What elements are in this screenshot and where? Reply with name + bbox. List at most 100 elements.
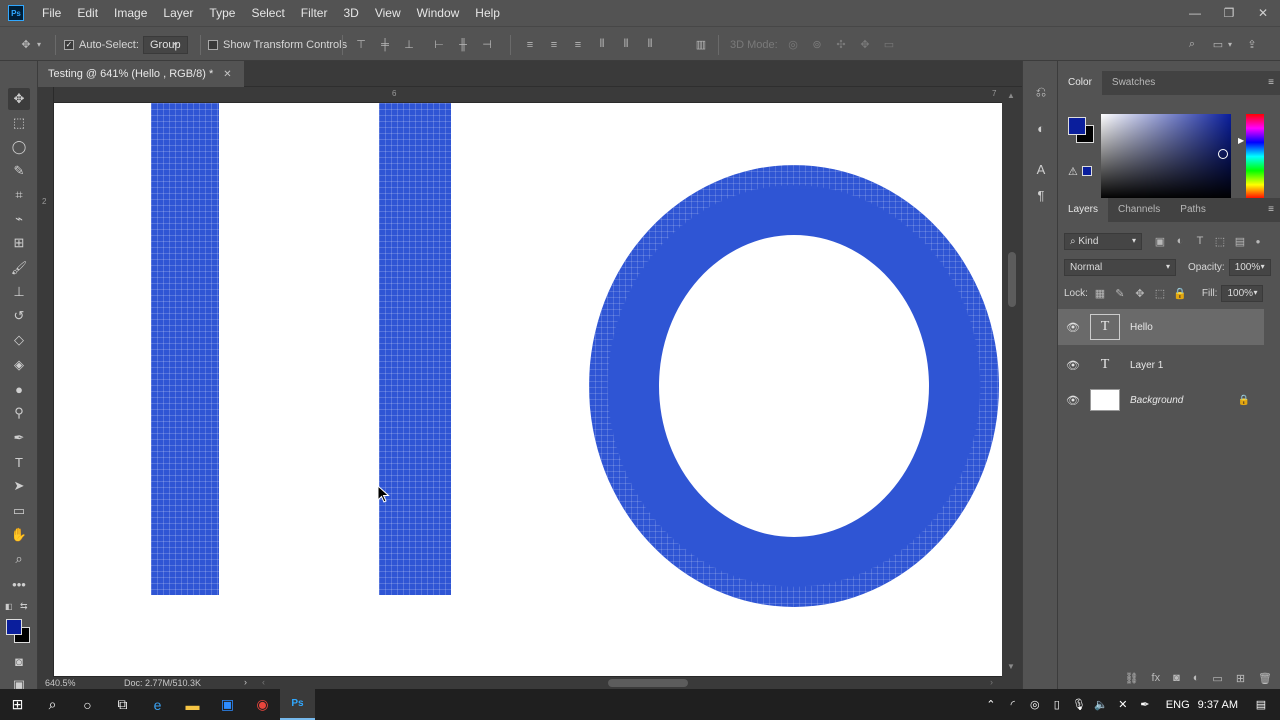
filter-pixel-icon[interactable]: ▣ [1152, 233, 1168, 249]
menu-select[interactable]: Select [243, 0, 292, 26]
3d-pan-icon[interactable]: ✣ [833, 37, 849, 53]
distribute-bottom-icon[interactable]: ≡ [570, 37, 586, 53]
filter-adjustment-icon[interactable]: ◐ [1172, 233, 1188, 249]
clone-stamp-tool-icon[interactable]: ⊥ [8, 281, 30, 303]
shape-tool-icon[interactable]: ▭ [8, 500, 30, 522]
document-tab[interactable]: Testing @ 641% (Hello , RGB/8) * ✕ [38, 61, 244, 87]
minimize-button[interactable]: — [1178, 0, 1212, 26]
canvas-area[interactable]: 6 7 2 [38, 87, 1022, 677]
swap-colors-icon[interactable]: ⇆ [20, 601, 28, 612]
menu-help[interactable]: Help [467, 0, 508, 26]
dodge-tool-icon[interactable]: ⚲ [8, 402, 30, 424]
align-left-icon[interactable]: ⊢ [431, 37, 447, 53]
3d-scale-icon[interactable]: ▭ [881, 37, 897, 53]
eyedropper-tool-icon[interactable]: ⌁ [8, 208, 30, 230]
out-of-gamut-warning-icon[interactable]: ⚠ [1068, 165, 1078, 178]
character-panel-icon[interactable]: A [1032, 160, 1050, 178]
layer-name[interactable]: Hello [1130, 322, 1153, 333]
default-colors-icon[interactable]: ◧ [5, 602, 13, 611]
layer-style-icon[interactable]: fx [1152, 672, 1161, 684]
adjustments-panel-icon[interactable]: ◐ [1032, 119, 1050, 137]
clock[interactable]: 9:37 AM [1198, 699, 1238, 711]
color-picker-marker[interactable] [1218, 149, 1228, 159]
align-top-icon[interactable]: ⊤ [353, 37, 369, 53]
lock-position-icon[interactable]: ✥ [1132, 285, 1148, 301]
link-layers-icon[interactable]: ⛓ [1125, 672, 1139, 685]
paragraph-panel-icon[interactable]: ¶ [1032, 186, 1050, 204]
windows-start-icon[interactable]: ⊞ [0, 689, 35, 720]
camera-icon[interactable]: ◎ [1024, 698, 1046, 711]
filter-toggle-icon[interactable]: ● [1250, 233, 1266, 249]
crop-tool-icon[interactable]: ⌗ [8, 184, 30, 206]
vertical-scrollbar[interactable]: ▲ ▼ [1002, 87, 1022, 677]
new-group-icon[interactable]: ▭ [1212, 672, 1222, 685]
auto-select-checkbox[interactable]: ✓ Auto-Select: [64, 27, 139, 62]
file-explorer-icon[interactable]: ▬ [175, 689, 210, 720]
layer-filter-dropdown[interactable]: ⌕ Kind ▾ [1064, 232, 1142, 250]
search-icon[interactable]: ⌕ [35, 689, 70, 720]
close-window-button[interactable]: ✕ [1246, 0, 1280, 26]
visibility-eye-icon[interactable]: 👁 [1058, 394, 1088, 407]
restore-button[interactable]: ❐ [1212, 0, 1246, 26]
layer-name[interactable]: Layer 1 [1130, 360, 1163, 371]
layer-row[interactable]: 👁 T Layer 1 [1058, 347, 1264, 383]
healing-brush-tool-icon[interactable]: ⊞ [8, 232, 30, 254]
type-tool-icon[interactable]: T [8, 451, 30, 473]
share-icon[interactable]: ⇪ [1244, 37, 1260, 53]
tab-channels[interactable]: Channels [1108, 198, 1170, 222]
move-tool-icon[interactable]: ✥ [8, 88, 30, 110]
menu-window[interactable]: Window [409, 0, 468, 26]
path-selection-tool-icon[interactable]: ➤ [8, 475, 30, 497]
blend-mode-dropdown[interactable]: Normal ▾ [1064, 258, 1176, 276]
hand-tool-icon[interactable]: ✋ [8, 524, 30, 546]
distribute-right-icon[interactable]: ⦀ [642, 37, 658, 53]
3d-orbit-icon[interactable]: ◎ [785, 37, 801, 53]
show-hidden-icons-icon[interactable]: ⌃ [980, 698, 1002, 711]
workspace-icon[interactable]: ▭ [1210, 37, 1226, 53]
paint-bucket-tool-icon[interactable]: ◈ [8, 354, 30, 376]
more-tools-icon[interactable]: ••• [8, 573, 30, 595]
speaker-icon[interactable]: 🔈 [1090, 698, 1112, 711]
show-transform-checkbox[interactable]: Show Transform Controls [208, 27, 347, 62]
align-vcenter-icon[interactable]: ╪ [377, 37, 393, 53]
marquee-tool-icon[interactable]: ⬚ [8, 112, 30, 134]
usb-icon[interactable]: ▯ [1046, 698, 1068, 711]
eraser-tool-icon[interactable]: ◇ [8, 329, 30, 351]
history-panel-icon[interactable]: ⎌ [1032, 83, 1050, 101]
edge-browser-icon[interactable]: e [140, 689, 175, 720]
muted-icon[interactable]: ✕ [1112, 698, 1134, 711]
opacity-input[interactable]: 100% ▾ [1228, 258, 1271, 276]
websafe-color-swatch[interactable] [1082, 166, 1092, 176]
language-indicator[interactable]: ENG [1166, 699, 1190, 711]
task-view-icon[interactable]: ⧉ [105, 689, 140, 720]
tab-paths[interactable]: Paths [1170, 198, 1216, 222]
cortana-icon[interactable]: ○ [70, 689, 105, 720]
lock-transparent-icon[interactable]: ▦ [1092, 285, 1108, 301]
filter-type-icon[interactable]: T [1192, 233, 1208, 249]
search-icon[interactable]: ⌕ [1184, 37, 1200, 53]
photoshop-taskbar-icon[interactable]: Ps [280, 689, 315, 720]
microphone-icon[interactable]: 🎙 [1068, 698, 1090, 711]
delete-layer-icon[interactable]: 🗑 [1258, 672, 1272, 685]
hue-slider-marker-icon[interactable]: ▶ [1238, 136, 1244, 145]
notification-icon[interactable]: ▤ [1250, 698, 1272, 711]
network-icon[interactable]: ◜ [1002, 698, 1024, 711]
menu-image[interactable]: Image [106, 0, 155, 26]
chrome-icon[interactable]: ◉ [245, 689, 280, 720]
layer-name[interactable]: Background [1130, 395, 1183, 406]
distribute-top-icon[interactable]: ≡ [522, 37, 538, 53]
distribute-hcenter-icon[interactable]: ⦀ [618, 37, 634, 53]
align-bottom-icon[interactable]: ⊥ [401, 37, 417, 53]
menu-filter[interactable]: Filter [293, 0, 336, 26]
lock-all-icon[interactable]: 🔒 [1172, 285, 1188, 301]
scroll-up-icon[interactable]: ▲ [1007, 91, 1015, 100]
align-hcenter-icon[interactable]: ╫ [455, 37, 471, 53]
zoom-app-icon[interactable]: ▣ [210, 689, 245, 720]
menu-file[interactable]: File [34, 0, 69, 26]
auto-select-dropdown[interactable]: Group ▾ [143, 27, 188, 62]
filter-smart-object-icon[interactable]: ▤ [1232, 233, 1248, 249]
quick-select-tool-icon[interactable]: ✎ [8, 160, 30, 182]
quick-mask-icon[interactable]: ◙ [8, 650, 30, 672]
new-layer-icon[interactable]: ⊞ [1236, 672, 1245, 685]
color-picker-field[interactable] [1101, 114, 1231, 199]
